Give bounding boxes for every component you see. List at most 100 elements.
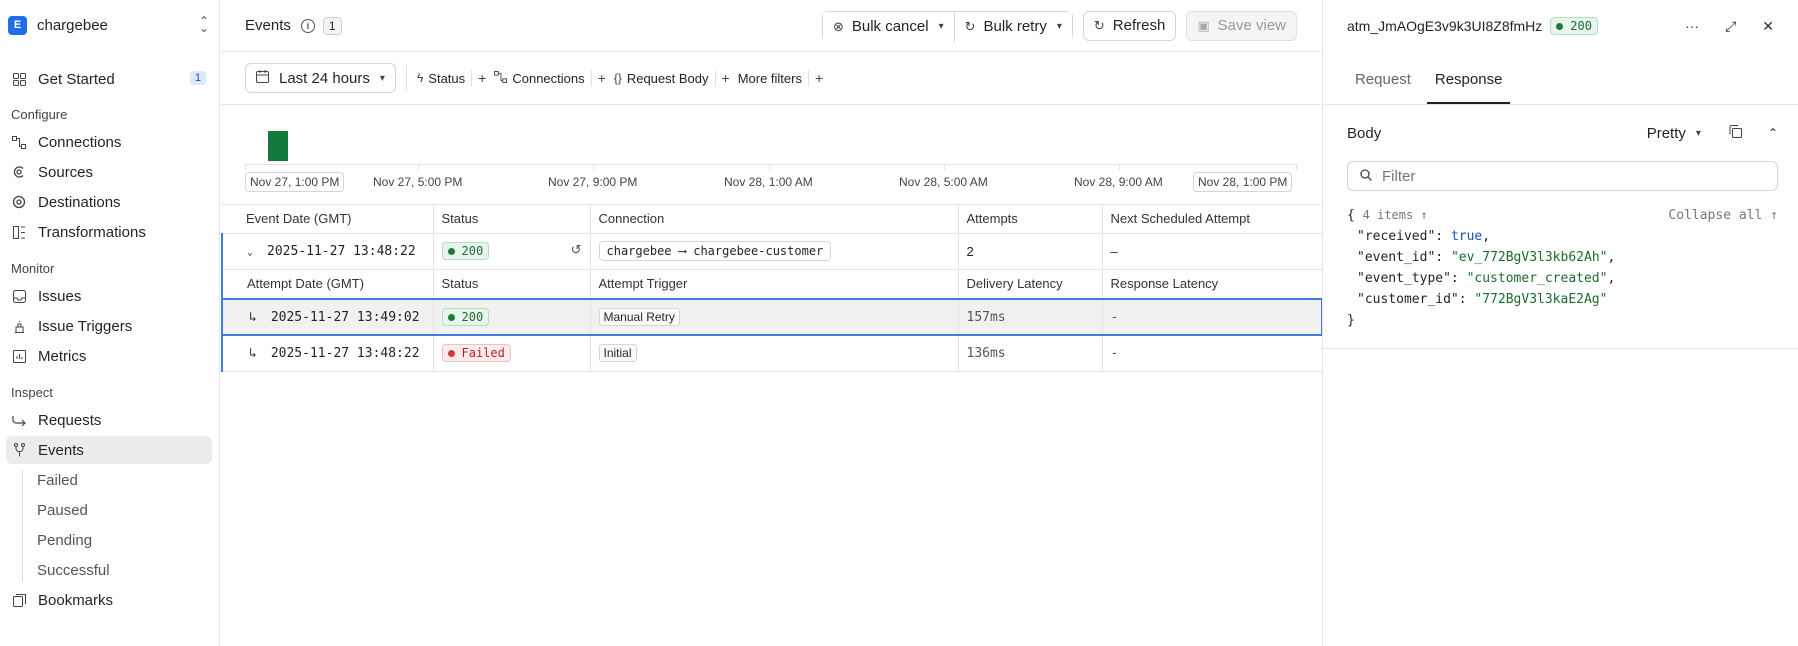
axis-tick xyxy=(245,164,246,170)
filter-more-label: More filters xyxy=(737,70,802,86)
close-icon[interactable]: ✕ xyxy=(1762,18,1774,35)
axis-tick xyxy=(1296,164,1297,170)
bulk-retry-label: Bulk retry xyxy=(983,18,1047,35)
plus-icon[interactable]: + xyxy=(714,70,730,86)
event-date: 2025-11-27 13:48:22 xyxy=(267,243,416,259)
filter-more[interactable]: More filters + xyxy=(738,70,823,86)
sidebar-item-issue-triggers[interactable]: Issue Triggers xyxy=(6,312,212,340)
section-inspect: Inspect xyxy=(11,385,53,400)
histogram-bar[interactable] xyxy=(268,131,288,161)
sidebar-item-requests[interactable]: Requests xyxy=(6,406,212,434)
axis-tick xyxy=(769,164,770,170)
events-main: Events i 1 ⊗ Bulk cancel ▾ ↻ Bulk retry … xyxy=(221,0,1323,646)
attempt-id[interactable]: atm_JmAOgE3v9k3UI8Z8fmHz xyxy=(1347,18,1542,34)
bulk-cancel-label: Bulk cancel xyxy=(851,18,929,35)
histogram-axis xyxy=(245,164,1297,165)
events-table: Event Date (GMT) Status Connection Attem… xyxy=(221,205,1323,372)
panel-tabs: Request Response xyxy=(1323,52,1798,105)
sidebar-item-label: Sources xyxy=(38,163,94,181)
bulk-actions: ⊗ Bulk cancel ▾ ↻ Bulk retry ▾ xyxy=(821,10,1073,42)
axis-label: Nov 28, 1:00 AM xyxy=(724,175,813,189)
sidebar-item-pending[interactable]: Pending xyxy=(6,526,212,554)
save-view-label: Save view xyxy=(1217,17,1286,34)
grid-icon xyxy=(12,72,26,86)
sidebar-item-failed[interactable]: Failed xyxy=(6,466,212,494)
connection-pill[interactable]: chargebee ⟶ chargebee-customer xyxy=(598,241,832,261)
axis-tick xyxy=(593,164,594,170)
column-header: Attempt Date (GMT) xyxy=(221,269,434,300)
delivery-latency: 157ms xyxy=(958,298,1103,336)
response-latency: - xyxy=(1102,298,1323,336)
attempts-count: 2 xyxy=(958,233,1103,270)
inbox-icon xyxy=(12,289,26,303)
refresh-icon: ↻ xyxy=(1093,17,1105,33)
json-viewer: { 4 items ↑ Collapse all ↑ "received": tr… xyxy=(1347,205,1778,331)
sidebar-item-sources[interactable]: Sources xyxy=(6,158,212,186)
axis-label: Nov 28, 9:00 AM xyxy=(1074,175,1163,189)
sidebar-item-metrics[interactable]: Metrics xyxy=(6,342,212,370)
org-switcher[interactable]: E chargebee ⌃ ⌄ xyxy=(0,0,219,50)
attempt-row[interactable]: ↳ 2025-11-27 13:49:02 200 Manual Retry 15… xyxy=(221,298,1323,336)
date-range-picker[interactable]: Last 24 hours ▾ xyxy=(245,63,396,93)
plus-icon[interactable]: + xyxy=(590,70,606,86)
more-icon[interactable]: ··· xyxy=(1685,18,1699,35)
sidebar-item-bookmarks[interactable]: Bookmarks xyxy=(6,586,212,614)
transform-icon xyxy=(12,225,26,239)
bulk-cancel-button[interactable]: ⊗ Bulk cancel ▾ xyxy=(822,11,954,42)
plus-icon[interactable]: + xyxy=(471,70,486,86)
sidebar: E chargebee ⌃ ⌄ Get Started 1 Configure C… xyxy=(0,0,220,646)
format-select[interactable]: Pretty ▾ xyxy=(1647,125,1701,142)
get-started-badge: 1 xyxy=(189,71,206,85)
braces-icon: {} xyxy=(613,71,622,85)
panel-header: atm_JmAOgE3v9k3UI8Z8fmHz 200 ··· ⤢ ✕ xyxy=(1323,0,1798,52)
sidebar-item-paused[interactable]: Paused xyxy=(6,496,212,524)
chevron-down-icon: ▾ xyxy=(1695,127,1701,139)
refresh-button[interactable]: ↻ Refresh xyxy=(1082,10,1177,41)
sidebar-item-events[interactable]: Events xyxy=(6,436,212,464)
bulk-retry-button[interactable]: ↻ Bulk retry ▾ xyxy=(953,11,1072,42)
status-badge: Failed xyxy=(441,344,511,363)
chevron-up-icon[interactable]: ⌃ xyxy=(1768,126,1778,140)
sidebar-item-successful[interactable]: Successful xyxy=(6,556,212,584)
filter-request-body[interactable]: {} Request Body + xyxy=(614,70,730,86)
attempt-date: 2025-11-27 13:49:02 xyxy=(270,309,420,325)
sidebar-item-label: Destinations xyxy=(38,193,121,211)
save-view-button[interactable]: ▣ Save view xyxy=(1186,10,1297,41)
filter-connections[interactable]: Connections + xyxy=(494,70,606,86)
json-filter-input[interactable]: Filter xyxy=(1347,161,1778,191)
destination-name: chargebee-customer xyxy=(693,244,824,258)
column-header[interactable]: Status xyxy=(433,205,591,234)
filter-status-label: Status xyxy=(428,70,466,86)
column-header[interactable]: Connection xyxy=(590,205,959,234)
tab-request[interactable]: Request xyxy=(1347,71,1419,104)
json-line: "customer_id": "772BgV3l3kaE2Ag" xyxy=(1357,292,1608,307)
column-header[interactable]: Attempts xyxy=(958,205,1103,234)
column-header[interactable]: Next Scheduled Attempt xyxy=(1102,205,1322,234)
event-row[interactable]: ⌄ 2025-11-27 13:48:22 200 ↺ chargebee ⟶ c… xyxy=(221,233,1322,270)
sidebar-item-connections[interactable]: Connections xyxy=(6,128,212,156)
column-header[interactable]: Event Date (GMT) xyxy=(222,205,434,234)
filter-status[interactable]: ϟ Status + xyxy=(417,70,486,86)
plus-icon[interactable]: + xyxy=(807,70,823,86)
requests-icon xyxy=(12,413,26,427)
sidebar-item-issues[interactable]: Issues xyxy=(6,282,212,310)
events-histogram: Nov 27, 1:00 PM Nov 27, 5:00 PM Nov 27, … xyxy=(221,105,1321,205)
info-icon[interactable]: i xyxy=(300,18,315,33)
axis-label: Nov 28, 1:00 PM xyxy=(1193,172,1293,192)
sidebar-item-destinations[interactable]: Destinations xyxy=(6,188,212,216)
sidebar-item-get-started[interactable]: Get Started 1 xyxy=(6,65,212,93)
axis-tick xyxy=(944,164,945,170)
sidebar-item-label: Metrics xyxy=(38,347,87,365)
copy-icon[interactable] xyxy=(1729,125,1742,141)
sidebar-item-label: Paused xyxy=(37,501,88,519)
expand-icon[interactable]: ⤢ xyxy=(1725,18,1736,35)
delivery-latency: 136ms xyxy=(958,335,1103,372)
collapse-all-button[interactable]: Collapse all ↑ xyxy=(1668,205,1778,226)
sidebar-item-transformations[interactable]: Transformations xyxy=(6,218,212,246)
tab-response[interactable]: Response xyxy=(1426,71,1511,104)
event-count-badge: 1 xyxy=(322,16,342,35)
chevron-down-icon[interactable]: ⌄ xyxy=(247,247,261,258)
retry-icon[interactable]: ↺ xyxy=(571,242,582,258)
save-icon: ▣ xyxy=(1197,17,1210,33)
attempt-row[interactable]: ↳ 2025-11-27 13:48:22 Failed Initial 136m… xyxy=(221,335,1322,372)
